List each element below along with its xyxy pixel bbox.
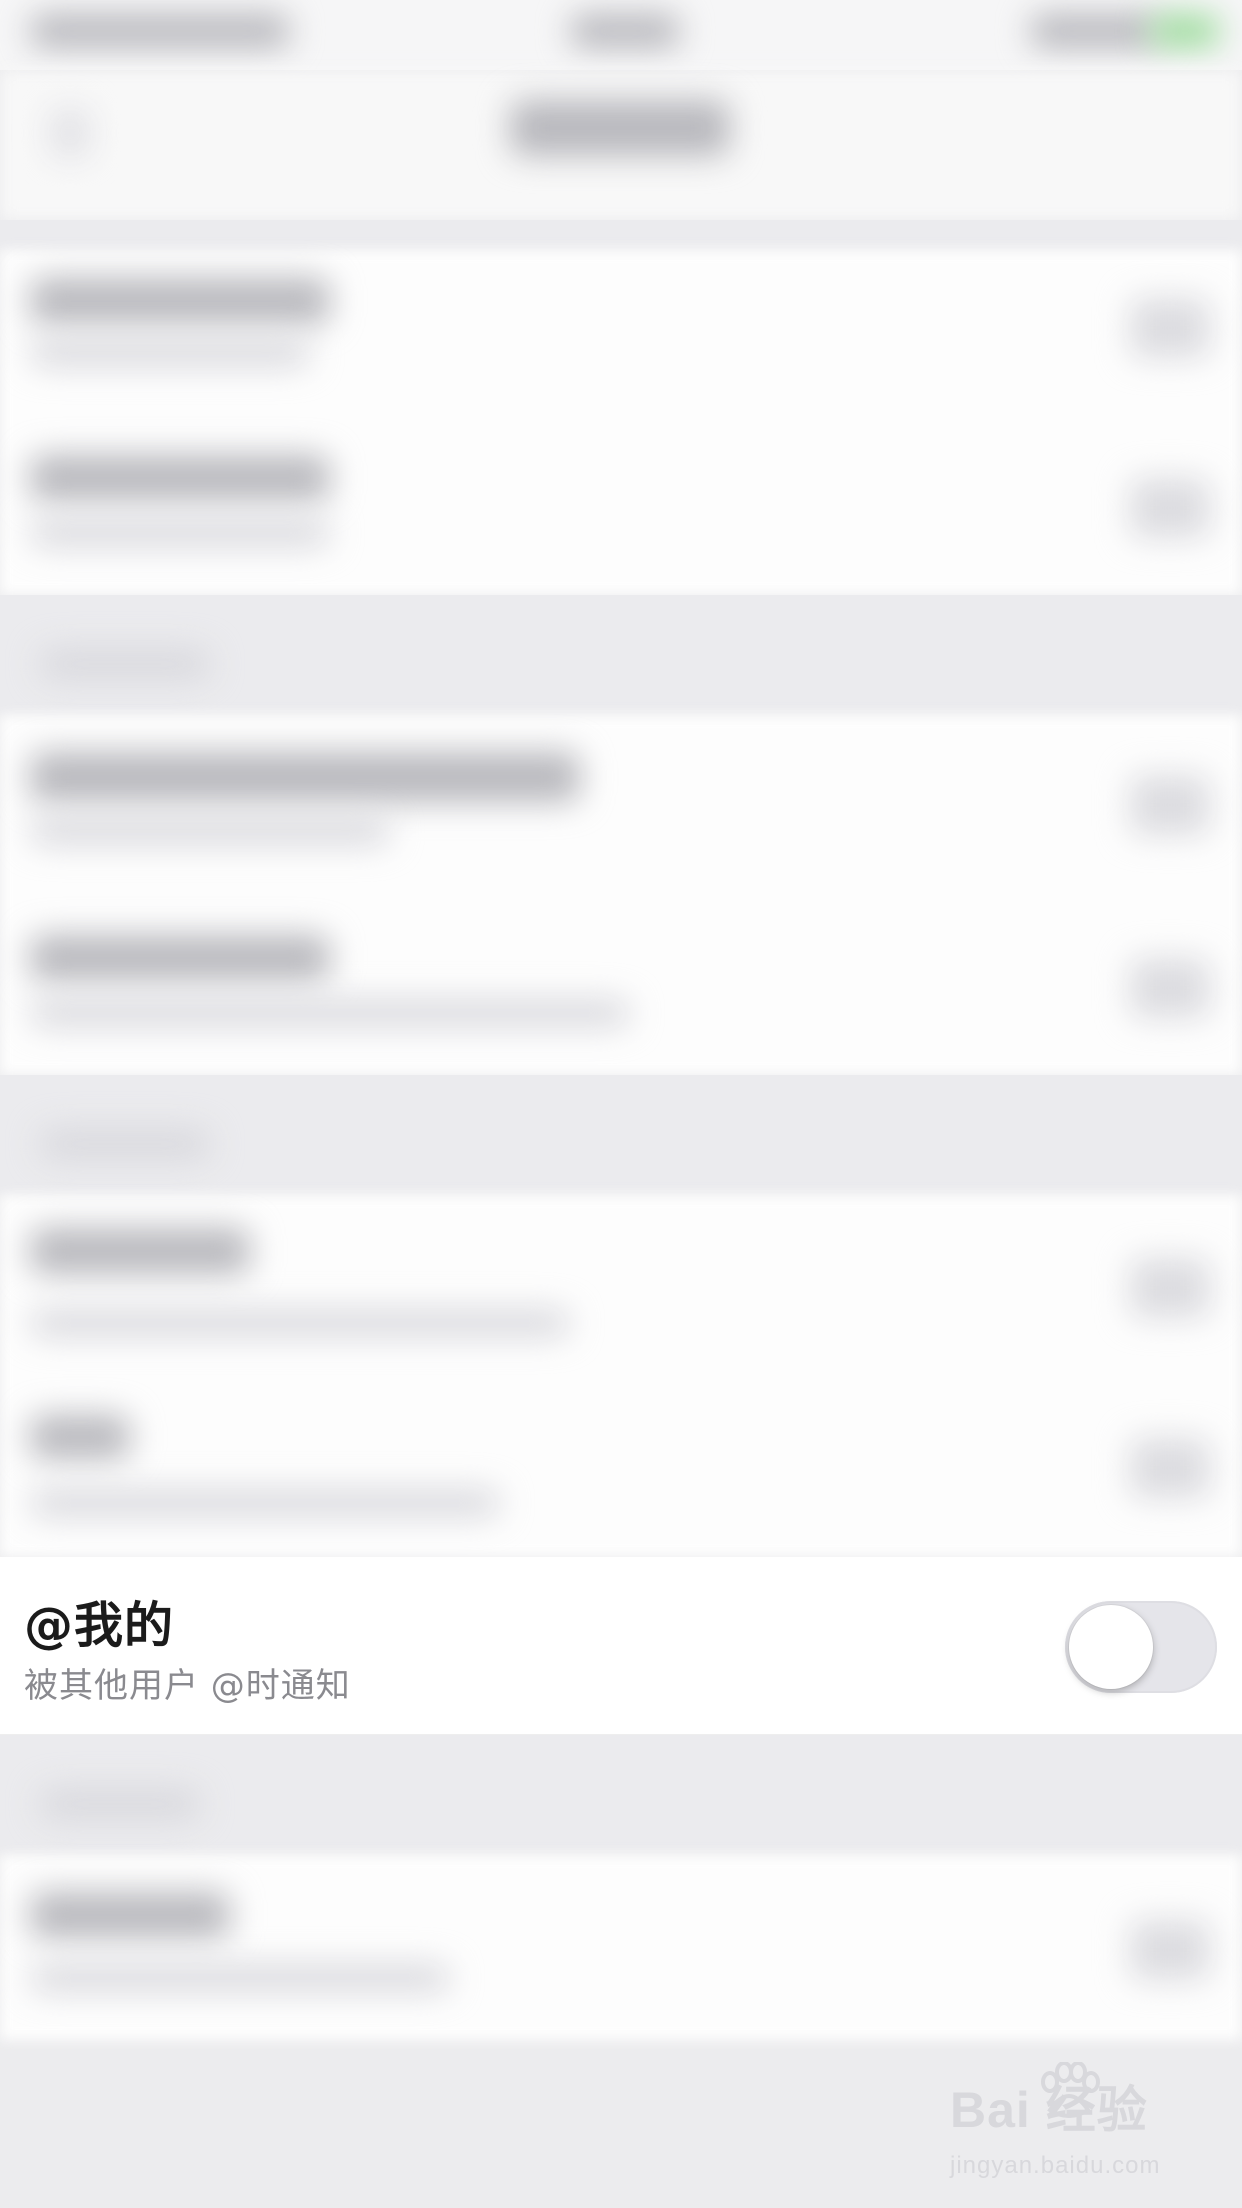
mention-title: @我的: [24, 1597, 175, 1654]
row-subtitle: [30, 1000, 630, 1026]
row-toggle-blurred[interactable]: [1130, 1920, 1210, 1980]
row-subtitle: [30, 1310, 570, 1336]
status-time: [570, 14, 680, 48]
row-toggle-blurred[interactable]: [1130, 775, 1210, 835]
row-subtitle: [30, 520, 330, 546]
row-title: [30, 278, 330, 324]
baidu-jingyan-watermark: Bai 经验 jingyan.baidu.com: [950, 2062, 1230, 2190]
status-bar: [0, 0, 1242, 70]
group-spacer-1: [0, 220, 1242, 250]
mention-toggle-switch[interactable]: [1065, 1601, 1217, 1693]
row-title: [30, 455, 330, 501]
section-header-text: [40, 1790, 200, 1818]
row-toggle-blurred[interactable]: [1130, 478, 1210, 538]
baidu-paw-logo-icon: [1041, 2062, 1100, 2118]
row-toggle-blurred[interactable]: [1130, 298, 1210, 358]
row-toggle-blurred[interactable]: [1130, 1258, 1210, 1318]
row-subtitle: [30, 1965, 450, 1991]
row-subtitle: [30, 1490, 500, 1516]
status-battery: [1030, 14, 1160, 48]
nav-title: [510, 100, 730, 156]
mention-notification-row: [0, 1557, 1242, 1735]
row-title: [30, 935, 330, 981]
section-header-text: [40, 650, 210, 678]
watermark-url: jingyan.baidu.com: [950, 2152, 1161, 2179]
mention-subtitle: 被其他用户 @时通知: [24, 1666, 351, 1706]
row-title: [30, 1415, 130, 1459]
row-subtitle: [30, 818, 390, 844]
row-toggle-blurred[interactable]: [1130, 958, 1210, 1018]
row-title: [30, 1892, 230, 1938]
row-toggle-blurred[interactable]: [1130, 1438, 1210, 1498]
section-header-text: [40, 1130, 210, 1158]
row-title: [30, 1228, 250, 1274]
row-title: [30, 752, 580, 802]
toggle-knob: [1069, 1605, 1153, 1689]
back-icon[interactable]: [50, 108, 90, 158]
battery-icon: [1150, 14, 1220, 48]
status-carrier: [30, 14, 290, 48]
settings-group-4: [0, 1855, 1242, 2040]
row-subtitle: [30, 340, 310, 366]
